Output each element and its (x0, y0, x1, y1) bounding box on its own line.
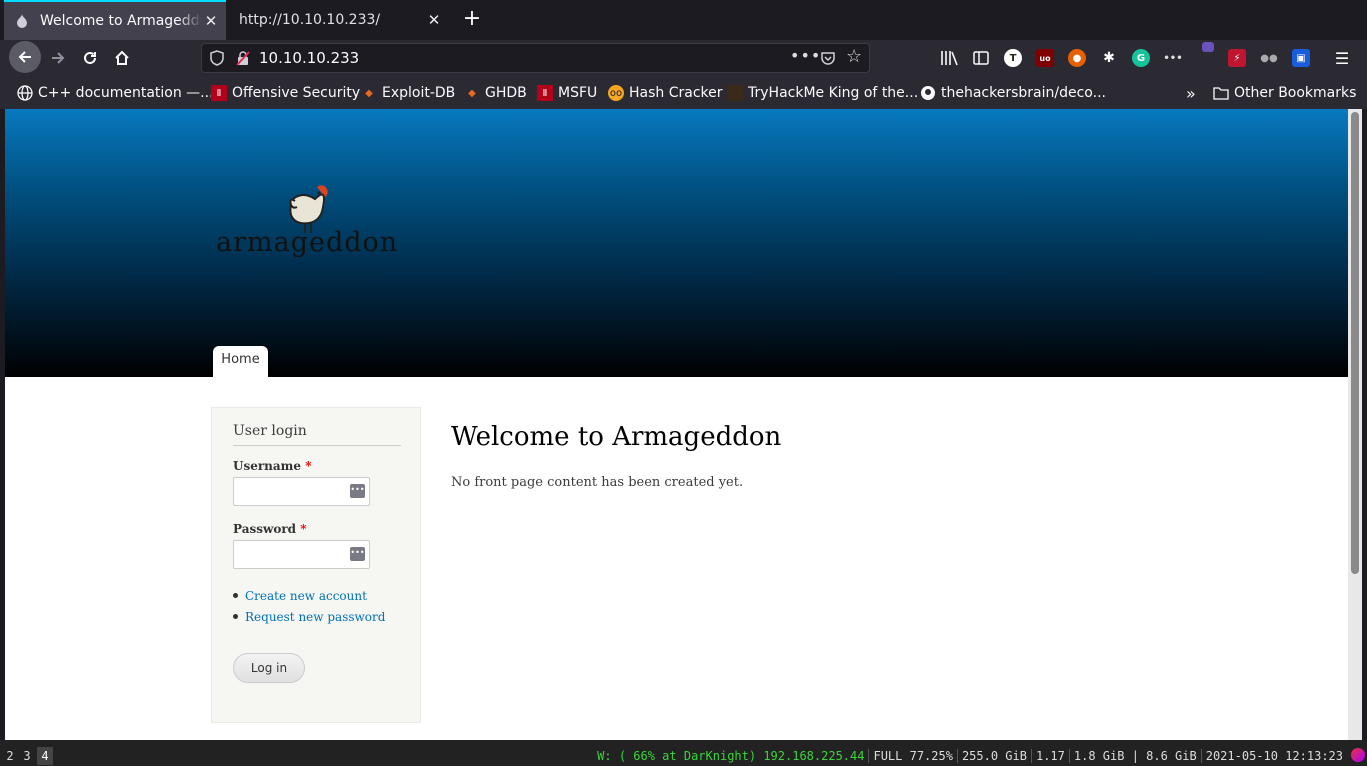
tab-title: Welcome to Armageddon (40, 13, 202, 29)
bitwarden-icon[interactable]: ▣ (1292, 49, 1310, 67)
site-header: armageddon Home (5, 109, 1348, 377)
shield-icon[interactable] (210, 50, 224, 66)
home-icon (115, 50, 129, 65)
bookmark-hash-cracker[interactable]: oo Hash Cracker (608, 83, 723, 103)
load-status: 1.17 (1030, 749, 1069, 763)
ghdb-icon: ◆ (468, 87, 476, 99)
ublock-icon[interactable]: uo (1036, 49, 1054, 67)
password-manager-icon[interactable]: ••• (350, 484, 365, 498)
new-tab-button[interactable]: + (460, 8, 484, 32)
bookmark-tryhackme[interactable]: TryHackMe King of the... (727, 83, 918, 103)
password-manager-icon[interactable]: ••• (350, 547, 365, 561)
bookmark-offensive-security[interactable]: Ⅱ Offensive Security (211, 83, 360, 103)
site-logo[interactable] (215, 179, 405, 273)
bookmark-cpp-docs[interactable]: C++ documentation —... (17, 83, 214, 103)
system-status-bar: 2 3 4 W: ( 66% at DarKnight) 192.168.225… (0, 740, 1367, 766)
other-bookmarks-folder[interactable]: Other Bookmarks (1213, 83, 1356, 103)
bookmarks-toolbar: C++ documentation —... Ⅱ Offensive Secur… (0, 76, 1367, 109)
close-tab-icon[interactable]: ✕ (425, 11, 443, 29)
tryhackme-icon (727, 85, 743, 101)
pocket-icon[interactable] (820, 50, 836, 66)
wappalyzer-icon[interactable]: ✱ (1100, 49, 1118, 67)
navigation-toolbar: 10.10.10.233 ••• ☆ T uo ● ✱ G ••• 5 ⚡ ●●… (0, 40, 1367, 76)
folder-icon (1213, 85, 1229, 101)
login-links: Create new account Request new password (233, 585, 385, 627)
extension-dots-icon[interactable]: ••• (1163, 49, 1182, 67)
page-title: Welcome to Armageddon (451, 422, 782, 452)
extension-badge-icon[interactable]: 5 (1196, 42, 1215, 67)
workspace-4[interactable]: 4 (37, 747, 53, 765)
badge-count: 5 (1202, 42, 1215, 52)
nav-home-tab[interactable]: Home (213, 346, 268, 377)
bookmark-ghdb[interactable]: ◆ GHDB (464, 83, 527, 103)
username-input[interactable]: ••• (233, 477, 370, 506)
create-account-link[interactable]: Create new account (245, 589, 367, 603)
wifi-status: W: ( 66% at DarKnight) 192.168.225.44 (597, 749, 865, 763)
user-login-block: User login Username * ••• Password * •••… (211, 407, 421, 723)
tab-title: http://10.10.10.233/ (239, 12, 381, 28)
tray-app-icon[interactable] (1351, 748, 1365, 762)
reload-icon (84, 51, 96, 64)
tab-bar: Welcome to Armageddon ✕ http://10.10.10.… (0, 0, 1367, 40)
forward-arrow-icon (52, 52, 65, 64)
site-logo-text[interactable]: armageddon (216, 227, 398, 258)
msfu-icon: Ⅱ (537, 85, 553, 101)
memory-status: 1.8 GiB | 8.6 GiB (1068, 749, 1201, 763)
reload-button[interactable] (74, 42, 106, 74)
status-info: W: ( 66% at DarKnight) 192.168.225.44 FU… (593, 749, 1347, 763)
list-item: Request new password (233, 606, 385, 627)
globe-icon (17, 85, 33, 101)
page-actions-icon[interactable]: ••• (790, 46, 821, 65)
bookmark-msfu[interactable]: Ⅱ MSFU (537, 83, 597, 103)
window-frame-right (1362, 109, 1367, 740)
insecure-lock-icon[interactable] (236, 50, 250, 66)
user-login-title: User login (233, 423, 401, 446)
url-text[interactable]: 10.10.10.233 (259, 49, 359, 67)
drupal-icon (14, 13, 30, 29)
required-mark: * (300, 522, 307, 536)
url-bar[interactable]: 10.10.10.233 ••• ☆ (201, 43, 870, 73)
bookmark-exploit-db[interactable]: ◆ Exploit-DB (361, 83, 455, 103)
username-label: Username * (233, 459, 312, 473)
grammarly-icon[interactable]: G (1132, 49, 1150, 67)
list-item: Create new account (233, 585, 385, 606)
exploitdb-icon: ◆ (365, 87, 373, 99)
bookmark-github-repo[interactable]: thehackersbrain/deco... (920, 83, 1106, 103)
hacktools-icon[interactable]: ⚡ (1228, 49, 1246, 67)
page-body-text: No front page content has been created y… (451, 475, 744, 490)
home-button[interactable] (106, 42, 138, 74)
tab-url[interactable]: http://10.10.10.233/ ✕ (229, 0, 449, 40)
more-bookmarks-chevron-icon[interactable]: » (1186, 83, 1196, 103)
page-scrollbar[interactable] (1348, 109, 1362, 740)
workspace-3[interactable]: 3 (19, 747, 35, 765)
page-viewport: armageddon Home User login Username * ••… (5, 109, 1348, 740)
log-in-button[interactable]: Log in (233, 653, 305, 683)
battery-status: FULL 77.25% (868, 749, 956, 763)
bookmark-star-icon[interactable]: ☆ (846, 46, 862, 67)
library-icon[interactable] (940, 49, 958, 67)
cookie-editor-icon[interactable]: ●● (1260, 49, 1278, 67)
close-tab-icon[interactable]: ✕ (202, 12, 220, 30)
tab-armageddon[interactable]: Welcome to Armageddon ✕ (4, 0, 226, 40)
translate-extension-icon[interactable]: T (1004, 49, 1022, 67)
disk-status: 255.0 GiB (956, 749, 1031, 763)
password-label: Password * (233, 522, 307, 536)
forward-button[interactable] (42, 42, 74, 74)
clock: 2021-05-10 12:13:23 (1200, 749, 1347, 763)
back-arrow-icon (18, 51, 31, 63)
bullet-icon (233, 614, 238, 619)
offsec-icon: Ⅱ (211, 85, 227, 101)
hashcracker-icon: oo (608, 85, 624, 101)
workspace-2[interactable]: 2 (2, 747, 18, 765)
scrollbar-thumb[interactable] (1351, 112, 1359, 574)
github-icon (920, 85, 936, 101)
hamburger-menu-icon[interactable]: ☰ (1333, 49, 1351, 68)
foxyproxy-icon[interactable]: ● (1068, 49, 1086, 67)
required-mark: * (305, 459, 312, 473)
back-button[interactable] (9, 41, 41, 73)
request-password-link[interactable]: Request new password (245, 610, 385, 624)
sidebar-icon[interactable] (972, 49, 990, 67)
password-input[interactable]: ••• (233, 540, 370, 569)
bullet-icon (233, 593, 238, 598)
